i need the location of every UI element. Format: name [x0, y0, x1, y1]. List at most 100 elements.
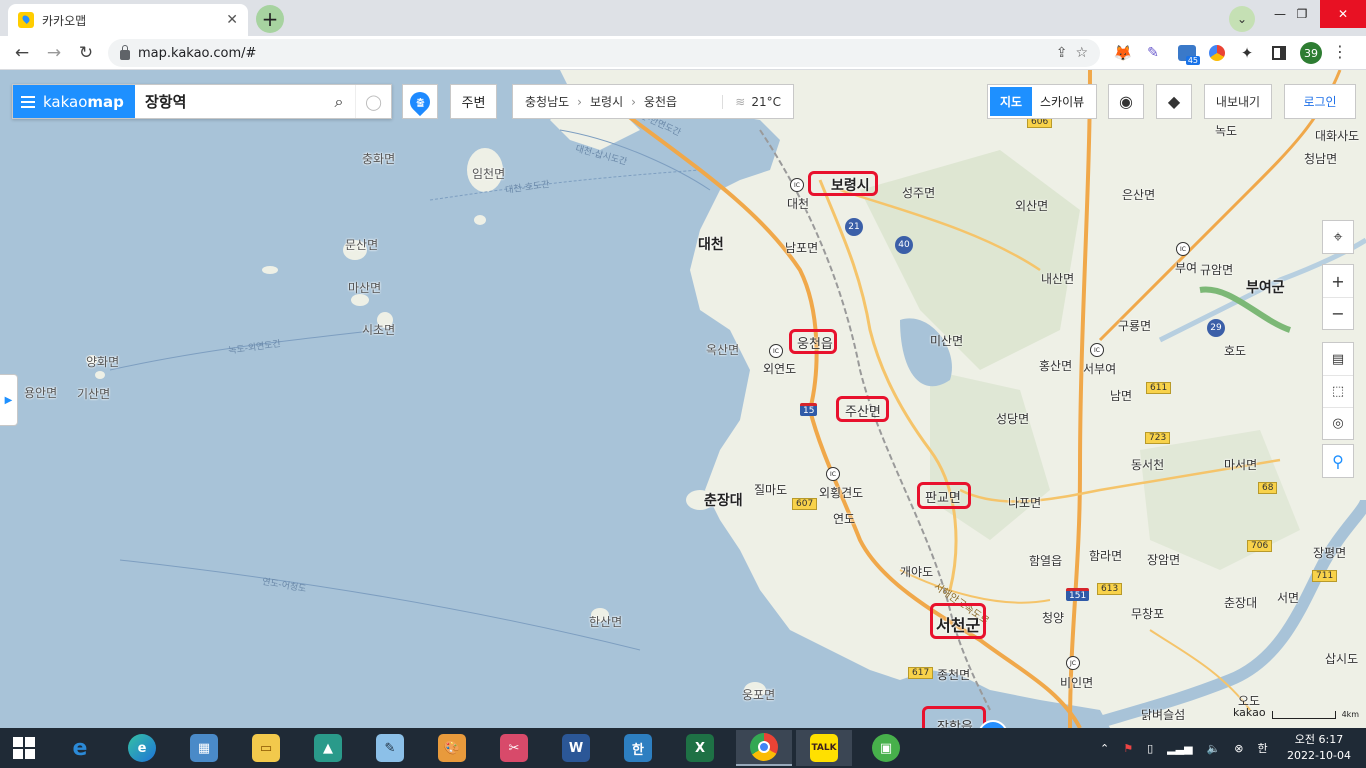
- place-label[interactable]: 외연도: [763, 360, 796, 377]
- menu-hamburger-icon[interactable]: [21, 95, 35, 108]
- reload-icon[interactable]: ↻: [74, 41, 98, 65]
- metamask-extension-icon[interactable]: 🦊: [1112, 42, 1134, 64]
- place-label[interactable]: 연도: [833, 510, 855, 527]
- place-label[interactable]: 함라면: [1089, 547, 1122, 564]
- sidebar-expand-toggle[interactable]: ▶: [0, 374, 18, 426]
- place-label[interactable]: 청양: [1042, 609, 1064, 626]
- place-label[interactable]: 서부여: [1083, 360, 1116, 377]
- network-icon[interactable]: ▂▃▅: [1167, 742, 1192, 755]
- pen-extension-icon[interactable]: ✎: [1142, 42, 1164, 64]
- file-explorer-icon[interactable]: ▭: [242, 730, 290, 766]
- place-label[interactable]: 청남면: [1304, 150, 1337, 167]
- excel-icon[interactable]: X: [676, 730, 724, 766]
- place-label[interactable]: 장평면: [1313, 544, 1346, 561]
- place-label[interactable]: 장암면: [1147, 551, 1180, 568]
- radius-measure-icon[interactable]: ◎: [1323, 407, 1353, 439]
- ruler-icon[interactable]: ▤: [1323, 343, 1353, 375]
- place-label[interactable]: 닭벼슬섬: [1141, 706, 1185, 723]
- place-label[interactable]: 문산면: [345, 236, 378, 253]
- place-label[interactable]: 규암면: [1200, 261, 1233, 278]
- place-label[interactable]: 춘장대: [1224, 594, 1257, 611]
- ime-indicator[interactable]: 한: [1257, 740, 1267, 756]
- address-bar[interactable]: map.kakao.com/# ⇪ ☆: [108, 39, 1100, 67]
- kakaomap-brand[interactable]: kakaomap: [13, 85, 135, 118]
- place-label[interactable]: 시초면: [362, 321, 395, 338]
- notepad-icon[interactable]: ✎: [366, 730, 414, 766]
- place-label[interactable]: 부여군: [1246, 277, 1285, 297]
- place-label[interactable]: 성주면: [902, 184, 935, 201]
- place-label[interactable]: 녹도: [1215, 122, 1237, 139]
- place-label[interactable]: 비인면: [1060, 674, 1093, 691]
- highlighted-place[interactable]: 판교면: [925, 487, 961, 506]
- place-label[interactable]: 임천면: [472, 165, 505, 182]
- add-pin-icon[interactable]: ⚲: [1323, 445, 1353, 477]
- photos-icon[interactable]: ▲: [304, 730, 352, 766]
- place-label[interactable]: 대천: [698, 234, 724, 254]
- flag-alert-icon[interactable]: ⚑: [1123, 742, 1133, 755]
- place-label[interactable]: 남면: [1110, 387, 1132, 404]
- control-panel-icon[interactable]: ▦: [180, 730, 228, 766]
- place-label[interactable]: 종천면: [937, 666, 970, 683]
- place-label[interactable]: 질마도: [754, 481, 787, 498]
- place-label[interactable]: 나포면: [1008, 494, 1041, 511]
- area-measure-icon[interactable]: ⬚: [1323, 375, 1353, 407]
- kakaotalk-icon[interactable]: TALK: [796, 730, 852, 766]
- extensions-puzzle-icon[interactable]: ✦: [1236, 42, 1258, 64]
- mode-map-button[interactable]: 지도: [990, 87, 1032, 116]
- word-icon[interactable]: W: [552, 730, 600, 766]
- restore-button[interactable]: ❐: [1282, 0, 1322, 28]
- roadview-pin-button[interactable]: ◉: [1108, 84, 1144, 119]
- hangul-icon[interactable]: 한: [614, 730, 662, 766]
- my-location-icon[interactable]: ⌖: [1323, 221, 1353, 253]
- place-label[interactable]: 춘장대: [704, 490, 743, 510]
- forward-arrow-icon[interactable]: →: [42, 41, 66, 65]
- place-label[interactable]: 옥산면: [706, 341, 739, 358]
- volume-icon[interactable]: 🔈: [1207, 742, 1221, 755]
- layers-icon[interactable]: ◆: [1156, 84, 1192, 119]
- place-label[interactable]: 남포면: [785, 239, 818, 256]
- map-canvas[interactable]: 충화면 임천면 문산면 마산면 시초면 양화면 용안면 기산면 한산면 웅포면 …: [0, 70, 1366, 728]
- start-button[interactable]: [0, 730, 48, 766]
- login-button[interactable]: 로그인: [1284, 84, 1356, 119]
- place-label[interactable]: 은산면: [1122, 186, 1155, 203]
- paint-icon[interactable]: 🎨: [428, 730, 476, 766]
- highlighted-place[interactable]: 웅천읍: [797, 333, 833, 352]
- place-label[interactable]: 동서천: [1131, 456, 1164, 473]
- check-circle-icon[interactable]: ◯: [355, 85, 391, 118]
- breadcrumb-item[interactable]: 충청남도: [525, 93, 569, 110]
- internet-explorer-icon[interactable]: e: [56, 730, 104, 766]
- place-label[interactable]: 기산면: [77, 385, 110, 402]
- bookmark-star-icon[interactable]: ☆: [1075, 45, 1088, 61]
- show-hidden-icons-icon[interactable]: ⌃: [1100, 742, 1109, 755]
- url-text[interactable]: map.kakao.com/#: [138, 46, 1048, 61]
- back-arrow-icon[interactable]: ←: [10, 41, 34, 65]
- badge-extension-icon[interactable]: 45: [1176, 42, 1200, 65]
- search-icon[interactable]: ⌕: [323, 85, 355, 118]
- chrome-icon[interactable]: [736, 730, 792, 766]
- search-input[interactable]: 장항역: [135, 85, 323, 118]
- green-app-icon[interactable]: ▣: [862, 730, 910, 766]
- weather-widget[interactable]: ≋ 21°C: [722, 94, 781, 109]
- window-close-button[interactable]: ✕: [1320, 0, 1366, 28]
- mode-skyview-button[interactable]: 스카이뷰: [1032, 87, 1092, 116]
- place-label[interactable]: 호도: [1224, 342, 1246, 359]
- place-label[interactable]: 개야도: [900, 563, 933, 580]
- tab-kakaomap[interactable]: 카카오맵 ✕: [8, 4, 248, 36]
- place-label[interactable]: 충화면: [362, 150, 395, 167]
- highlighted-place[interactable]: 장항읍: [937, 716, 973, 728]
- place-label[interactable]: 미산면: [930, 332, 963, 349]
- export-button[interactable]: 내보내기: [1204, 84, 1272, 119]
- place-label[interactable]: 용안면: [24, 384, 57, 401]
- tab-search-icon[interactable]: ⌄: [1229, 6, 1255, 32]
- breadcrumb-item[interactable]: 웅천읍: [644, 93, 677, 110]
- place-label[interactable]: 무창포: [1131, 605, 1164, 622]
- place-label[interactable]: 마산면: [348, 279, 381, 296]
- share-icon[interactable]: ⇪: [1056, 45, 1068, 61]
- edge-icon[interactable]: e: [118, 730, 166, 766]
- place-label[interactable]: 삽시도: [1325, 650, 1358, 667]
- notification-close-icon[interactable]: ⊗: [1234, 742, 1243, 755]
- place-label[interactable]: 서면: [1277, 589, 1299, 606]
- color-extension-icon[interactable]: [1206, 42, 1228, 64]
- place-label[interactable]: 외산면: [1015, 197, 1048, 214]
- place-label[interactable]: 홍산면: [1039, 357, 1072, 374]
